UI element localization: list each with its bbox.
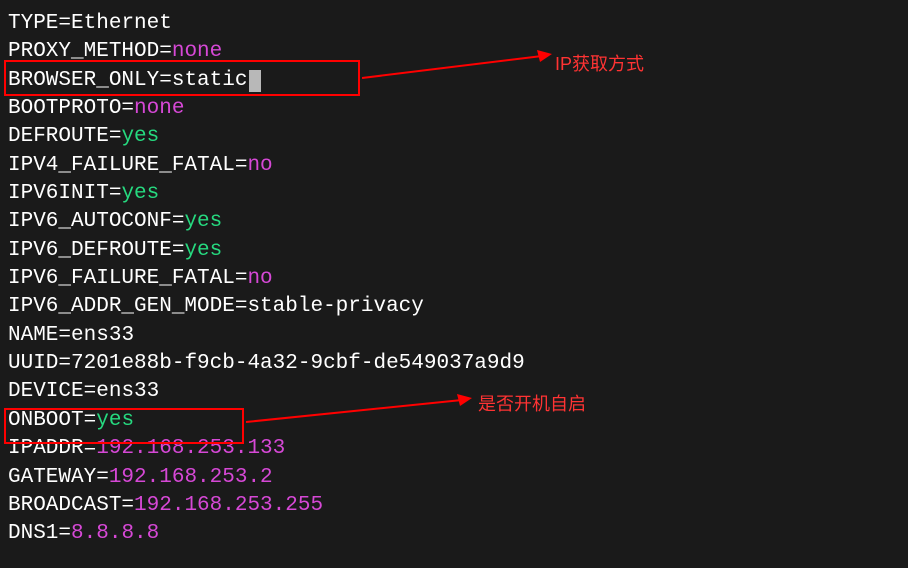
equals-sign: = [235, 295, 248, 318]
config-value: yes [184, 239, 222, 262]
equals-sign: = [109, 125, 122, 148]
config-line: IPV6_DEFROUTE=yes [8, 237, 900, 265]
config-line: DEVICE=ens33 [8, 378, 900, 406]
config-line: IPV4_FAILURE_FATAL=no [8, 152, 900, 180]
config-value: yes [184, 210, 222, 233]
config-value: yes [121, 125, 159, 148]
config-line: IPV6INIT=yes [8, 180, 900, 208]
config-key: NAME [8, 324, 58, 347]
config-line: PROXY_METHOD=none [8, 38, 900, 66]
config-key: ONBOOT [8, 409, 84, 432]
config-line: DNS1=8.8.8.8 [8, 520, 900, 548]
config-key: IPV6_FAILURE_FATAL [8, 267, 235, 290]
equals-sign: = [121, 494, 134, 517]
config-value: none [134, 97, 184, 120]
config-key: IPV6INIT [8, 182, 109, 205]
equals-sign: = [121, 97, 134, 120]
config-key: DEVICE [8, 380, 84, 403]
config-key: IPV6_DEFROUTE [8, 239, 172, 262]
config-key: GATEWAY [8, 466, 96, 489]
config-line: NAME=ens33 [8, 322, 900, 350]
equals-sign: = [96, 466, 109, 489]
equals-sign: = [58, 352, 71, 375]
config-key: TYPE [8, 12, 58, 35]
config-value: no [247, 267, 272, 290]
config-value: 192.168.253.255 [134, 494, 323, 517]
equals-sign: = [159, 69, 172, 92]
config-value: no [247, 154, 272, 177]
annotation-ip-method: IP获取方式 [555, 52, 644, 76]
text-cursor [249, 70, 261, 92]
config-key: DNS1 [8, 522, 58, 545]
config-value: yes [121, 182, 159, 205]
config-line: UUID=7201e88b-f9cb-4a32-9cbf-de549037a9d… [8, 350, 900, 378]
config-key: PROXY_METHOD [8, 40, 159, 63]
config-line: GATEWAY=192.168.253.2 [8, 464, 900, 492]
equals-sign: = [235, 267, 248, 290]
config-value: 192.168.253.2 [109, 466, 273, 489]
config-value: static [172, 69, 248, 92]
config-value: yes [96, 409, 134, 432]
config-value: Ethernet [71, 12, 172, 35]
config-value: none [172, 40, 222, 63]
equals-sign: = [58, 324, 71, 347]
config-line: DEFROUTE=yes [8, 123, 900, 151]
config-line: IPV6_AUTOCONF=yes [8, 208, 900, 236]
config-key: BROADCAST [8, 494, 121, 517]
config-line: BOOTPROTO=none [8, 95, 900, 123]
config-key: IPADDR [8, 437, 84, 460]
config-value: 8.8.8.8 [71, 522, 159, 545]
config-value: ens33 [96, 380, 159, 403]
equals-sign: = [84, 409, 97, 432]
config-value: 7201e88b-f9cb-4a32-9cbf-de549037a9d9 [71, 352, 525, 375]
annotation-onboot: 是否开机自启 [478, 392, 586, 416]
config-value: ens33 [71, 324, 134, 347]
config-key: IPV4_FAILURE_FATAL [8, 154, 235, 177]
config-line: BROWSER_ONLY=static [8, 67, 900, 95]
config-key: BROWSER_ONLY [8, 69, 159, 92]
equals-sign: = [235, 154, 248, 177]
equals-sign: = [58, 12, 71, 35]
config-key: BOOTPROTO [8, 97, 121, 120]
equals-sign: = [58, 522, 71, 545]
config-file-content: TYPE=EthernetPROXY_METHOD=noneBROWSER_ON… [8, 10, 900, 549]
equals-sign: = [159, 40, 172, 63]
config-key: IPV6_ADDR_GEN_MODE [8, 295, 235, 318]
equals-sign: = [84, 437, 97, 460]
config-line: TYPE=Ethernet [8, 10, 900, 38]
config-line: ONBOOT=yes [8, 407, 900, 435]
config-value: stable-privacy [247, 295, 423, 318]
config-key: DEFROUTE [8, 125, 109, 148]
config-value: 192.168.253.133 [96, 437, 285, 460]
config-line: IPV6_FAILURE_FATAL=no [8, 265, 900, 293]
config-line: IPADDR=192.168.253.133 [8, 435, 900, 463]
config-key: IPV6_AUTOCONF [8, 210, 172, 233]
config-line: IPV6_ADDR_GEN_MODE=stable-privacy [8, 293, 900, 321]
config-key: UUID [8, 352, 58, 375]
equals-sign: = [109, 182, 122, 205]
equals-sign: = [172, 210, 185, 233]
equals-sign: = [84, 380, 97, 403]
config-line: BROADCAST=192.168.253.255 [8, 492, 900, 520]
equals-sign: = [172, 239, 185, 262]
